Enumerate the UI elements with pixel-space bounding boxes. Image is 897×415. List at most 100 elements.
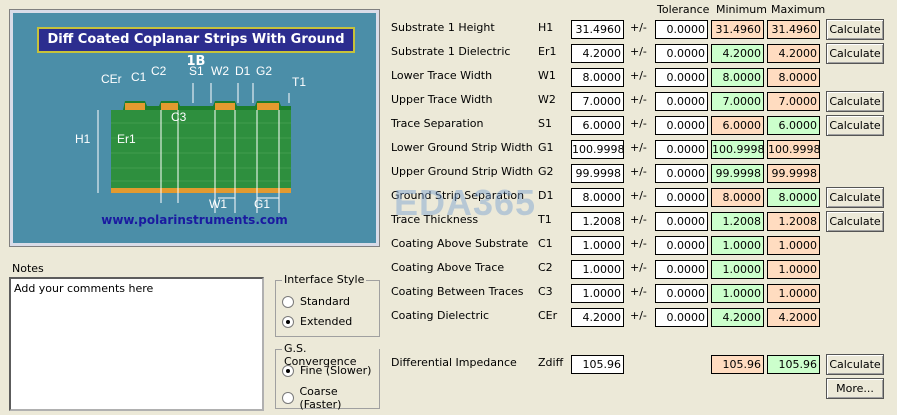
param-tolerance-field[interactable]: 0.0000 bbox=[655, 284, 708, 303]
param-symbol: C3 bbox=[538, 285, 553, 298]
interface-style-title: Interface Style bbox=[282, 273, 367, 286]
header-minimum: Minimum bbox=[716, 3, 767, 16]
param-symbol: CEr bbox=[538, 309, 558, 322]
label-c2: C2 bbox=[151, 64, 167, 78]
radio-standard-circle[interactable] bbox=[282, 295, 294, 308]
param-tolerance-field[interactable]: 0.0000 bbox=[655, 68, 708, 87]
label-h1: H1 bbox=[75, 132, 91, 146]
param-value-field[interactable]: 1.2008 bbox=[571, 212, 624, 231]
radio-standard[interactable]: Standard bbox=[282, 295, 350, 308]
param-min-field: 4.2000 bbox=[711, 44, 764, 63]
label-cer: CEr bbox=[101, 72, 122, 86]
calculate-impedance-button[interactable]: Calculate bbox=[826, 354, 884, 375]
impedance-max: 105.96 bbox=[767, 355, 820, 374]
param-symbol: W2 bbox=[538, 93, 556, 106]
radio-coarse[interactable]: Coarse (Faster) bbox=[282, 385, 379, 411]
label-g1: G1 bbox=[254, 197, 270, 211]
radio-coarse-label: Coarse (Faster) bbox=[299, 385, 342, 411]
param-value-field[interactable]: 6.0000 bbox=[571, 116, 624, 135]
notes-textarea[interactable]: Add your comments here bbox=[9, 277, 264, 411]
param-value-field[interactable]: 7.0000 bbox=[571, 92, 624, 111]
label-d1: D1 bbox=[235, 64, 251, 78]
param-symbol: C1 bbox=[538, 237, 553, 250]
param-label: Substrate 1 Dielectric bbox=[391, 45, 511, 58]
trace-right bbox=[215, 103, 235, 110]
param-symbol: G1 bbox=[538, 141, 554, 154]
radio-fine-label: Fine (Slower) bbox=[300, 364, 372, 377]
param-tolerance-field[interactable]: 0.0000 bbox=[655, 140, 708, 159]
param-symbol: G2 bbox=[538, 165, 554, 178]
param-value-field[interactable]: 1.0000 bbox=[571, 284, 624, 303]
param-label: Trace Separation bbox=[391, 117, 484, 130]
param-value-field[interactable]: 8.0000 bbox=[571, 188, 624, 207]
radio-fine-circle[interactable] bbox=[282, 364, 294, 377]
param-value-field[interactable]: 4.2000 bbox=[571, 44, 624, 63]
radio-coarse-circle[interactable] bbox=[282, 392, 294, 404]
label-c1: C1 bbox=[131, 70, 147, 84]
bottom-ground-plane bbox=[111, 188, 291, 193]
plus-minus-label: +/- bbox=[630, 93, 647, 106]
param-label: Lower Trace Width bbox=[391, 69, 493, 82]
param-value-field[interactable]: 1.0000 bbox=[571, 236, 624, 255]
param-value-field[interactable]: 99.9998 bbox=[571, 164, 624, 183]
param-max-field: 31.4960 bbox=[767, 20, 820, 39]
param-tolerance-field[interactable]: 0.0000 bbox=[655, 212, 708, 231]
param-tolerance-field[interactable]: 0.0000 bbox=[655, 116, 708, 135]
param-label: Upper Ground Strip Width bbox=[391, 165, 534, 178]
header-tolerance: Tolerance bbox=[657, 3, 710, 16]
impedance-value[interactable]: 105.96 bbox=[571, 355, 624, 374]
calculate-button[interactable]: Calculate bbox=[826, 115, 884, 136]
calculate-button[interactable]: Calculate bbox=[826, 19, 884, 40]
param-value-field[interactable]: 100.9998 bbox=[571, 140, 624, 159]
calculate-button[interactable]: Calculate bbox=[826, 211, 884, 232]
param-symbol: S1 bbox=[538, 117, 552, 130]
param-label: Coating Above Trace bbox=[391, 261, 505, 274]
diagram-background: Diff Coated Coplanar Strips With Ground … bbox=[13, 13, 376, 243]
plus-minus-label: +/- bbox=[630, 285, 647, 298]
more-button[interactable]: More... bbox=[826, 378, 884, 399]
param-tolerance-field[interactable]: 0.0000 bbox=[655, 308, 708, 327]
param-max-field: 1.2008 bbox=[767, 212, 820, 231]
param-value-field[interactable]: 1.0000 bbox=[571, 260, 624, 279]
param-max-field: 8.0000 bbox=[767, 68, 820, 87]
radio-extended-circle[interactable] bbox=[282, 315, 294, 328]
param-min-field: 1.0000 bbox=[711, 284, 764, 303]
param-tolerance-field[interactable]: 0.0000 bbox=[655, 20, 708, 39]
param-symbol: Er1 bbox=[538, 45, 557, 58]
param-tolerance-field[interactable]: 0.0000 bbox=[655, 260, 708, 279]
param-min-field: 4.2000 bbox=[711, 308, 764, 327]
plus-minus-label: +/- bbox=[630, 213, 647, 226]
structure-diagram: Diff Coated Coplanar Strips With Ground … bbox=[9, 9, 380, 247]
param-value-field[interactable]: 8.0000 bbox=[571, 68, 624, 87]
substrate bbox=[111, 110, 291, 188]
param-tolerance-field[interactable]: 0.0000 bbox=[655, 188, 708, 207]
param-max-field: 1.0000 bbox=[767, 284, 820, 303]
param-symbol: H1 bbox=[538, 21, 554, 34]
param-tolerance-field[interactable]: 0.0000 bbox=[655, 164, 708, 183]
param-tolerance-field[interactable]: 0.0000 bbox=[655, 44, 708, 63]
param-symbol: W1 bbox=[538, 69, 556, 82]
param-min-field: 100.9998 bbox=[711, 140, 764, 159]
param-max-field: 100.9998 bbox=[767, 140, 820, 159]
radio-extended[interactable]: Extended bbox=[282, 315, 352, 328]
plus-minus-label: +/- bbox=[630, 189, 647, 202]
param-value-field[interactable]: 4.2000 bbox=[571, 308, 624, 327]
param-max-field: 4.2000 bbox=[767, 308, 820, 327]
calculate-button[interactable]: Calculate bbox=[826, 43, 884, 64]
param-label: Coating Between Traces bbox=[391, 285, 524, 298]
param-value-field[interactable]: 31.4960 bbox=[571, 20, 624, 39]
calculate-button[interactable]: Calculate bbox=[826, 187, 884, 208]
param-min-field: 99.9998 bbox=[711, 164, 764, 183]
label-er1: Er1 bbox=[117, 132, 136, 146]
interface-style-group: Interface Style Standard Extended bbox=[275, 273, 380, 337]
param-max-field: 7.0000 bbox=[767, 92, 820, 111]
calculate-button[interactable]: Calculate bbox=[826, 91, 884, 112]
param-tolerance-field[interactable]: 0.0000 bbox=[655, 236, 708, 255]
param-tolerance-field[interactable]: 0.0000 bbox=[655, 92, 708, 111]
label-w2: W2 bbox=[211, 64, 229, 78]
plus-minus-label: +/- bbox=[630, 69, 647, 82]
param-max-field: 99.9998 bbox=[767, 164, 820, 183]
plus-minus-label: +/- bbox=[630, 21, 647, 34]
radio-fine[interactable]: Fine (Slower) bbox=[282, 364, 371, 377]
param-min-field: 1.2008 bbox=[711, 212, 764, 231]
